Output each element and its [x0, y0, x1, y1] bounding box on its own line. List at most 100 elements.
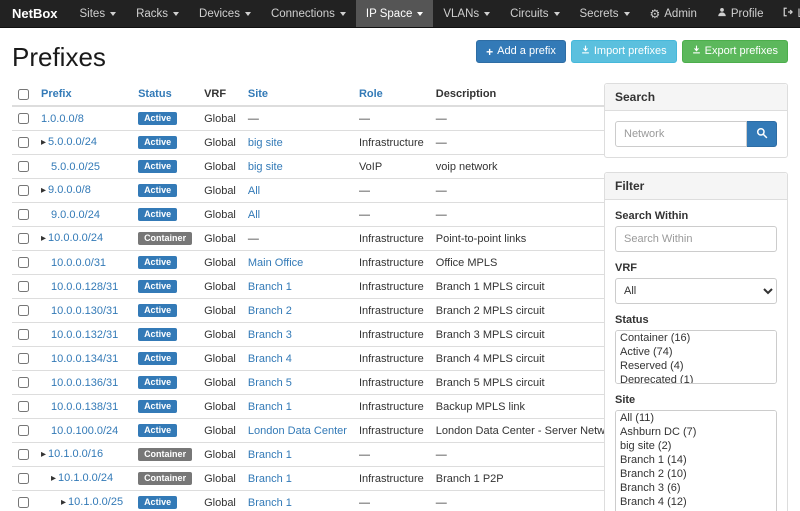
site-link[interactable]: big site: [248, 137, 283, 149]
prefix-link[interactable]: 5.0.0.0/25: [51, 161, 100, 173]
row-checkbox[interactable]: [18, 161, 29, 172]
row-checkbox[interactable]: [18, 497, 29, 508]
nav-item[interactable]: VLANs: [433, 0, 500, 27]
site-link[interactable]: Branch 1: [248, 449, 292, 461]
site-link[interactable]: Branch 5: [248, 377, 292, 389]
filter-option[interactable]: Branch 3 (6): [616, 481, 776, 495]
sort-status-link[interactable]: Status: [138, 88, 172, 100]
site-link[interactable]: Branch 4: [248, 353, 292, 365]
site-link[interactable]: Branch 1: [248, 497, 292, 509]
filter-option[interactable]: Container (16): [616, 331, 776, 345]
select-all-checkbox[interactable]: [18, 89, 29, 100]
row-checkbox[interactable]: [18, 305, 29, 316]
vrf-select[interactable]: All: [615, 278, 777, 304]
row-checkbox[interactable]: [18, 257, 29, 268]
row-checkbox[interactable]: [18, 377, 29, 388]
prefix-link[interactable]: 10.0.0.130/31: [51, 305, 118, 317]
status-listbox[interactable]: Container (16)Active (74)Reserved (4)Dep…: [615, 330, 777, 384]
nav-item[interactable]: IP Space: [356, 0, 433, 27]
site-link[interactable]: Branch 3: [248, 329, 292, 341]
site-link[interactable]: Branch 1: [248, 473, 292, 485]
site-link[interactable]: Branch 1: [248, 401, 292, 413]
site-link[interactable]: Branch 1: [248, 281, 292, 293]
filter-option[interactable]: Reserved (4): [616, 359, 776, 373]
prefix-link[interactable]: 10.0.0.128/31: [51, 281, 118, 293]
prefix-link[interactable]: 10.0.0.0/31: [51, 257, 106, 269]
prefix-link[interactable]: 10.0.0.134/31: [51, 353, 118, 365]
logout-icon: [783, 7, 793, 20]
row-checkbox[interactable]: [18, 401, 29, 412]
filter-option[interactable]: big site (2): [616, 439, 776, 453]
row-checkbox[interactable]: [18, 137, 29, 148]
prefix-link[interactable]: 10.0.0.136/31: [51, 377, 118, 389]
nav-item[interactable]: Racks: [126, 0, 189, 27]
prefix-link[interactable]: 1.0.0.0/8: [41, 113, 84, 125]
prefix-link[interactable]: 10.0.0.138/31: [51, 401, 118, 413]
site-link[interactable]: All: [248, 209, 260, 221]
row-checkbox[interactable]: [18, 281, 29, 292]
nav-item[interactable]: Secrets: [570, 0, 640, 27]
sort-prefix-link[interactable]: Prefix: [41, 88, 72, 100]
row-checkbox[interactable]: [18, 185, 29, 196]
table-row: ▸5.0.0.0/25 Active Global big site VoIP …: [12, 155, 626, 179]
nav-item[interactable]: Devices: [189, 0, 261, 27]
column-header-status[interactable]: Status: [132, 83, 198, 106]
search-button[interactable]: [747, 121, 777, 147]
import-prefixes-button[interactable]: Import prefixes: [571, 40, 677, 63]
role-cell: Infrastructure: [353, 371, 430, 395]
prefix-link[interactable]: 5.0.0.0/24: [48, 136, 97, 148]
nav-item[interactable]: Sites: [70, 0, 127, 27]
filter-option[interactable]: Ashburn DC (7): [616, 425, 776, 439]
prefix-cell: ▸9.0.0.0/8: [35, 179, 132, 203]
export-prefixes-button[interactable]: Export prefixes: [682, 40, 788, 63]
nav-item[interactable]: Circuits: [500, 0, 569, 27]
row-checkbox[interactable]: [18, 113, 29, 124]
prefix-link[interactable]: 9.0.0.0/8: [48, 184, 91, 196]
site-listbox[interactable]: All (11)Ashburn DC (7)big site (2)Branch…: [615, 410, 777, 511]
filter-option[interactable]: Active (74): [616, 345, 776, 359]
filter-option[interactable]: All (11): [616, 411, 776, 425]
row-checkbox[interactable]: [18, 233, 29, 244]
filter-option[interactable]: Deprecated (1): [616, 373, 776, 384]
row-checkbox[interactable]: [18, 473, 29, 484]
site-link[interactable]: All: [248, 185, 260, 197]
prefix-link[interactable]: 10.0.0.132/31: [51, 329, 118, 341]
filter-option[interactable]: Branch 1 (14): [616, 453, 776, 467]
filter-option[interactable]: Branch 2 (10): [616, 467, 776, 481]
prefix-link[interactable]: 10.1.0.0/24: [58, 472, 113, 484]
row-checkbox[interactable]: [18, 209, 29, 220]
column-header-prefix[interactable]: Prefix: [35, 83, 132, 106]
search-input[interactable]: [615, 121, 747, 147]
table-row: ▸10.0.0.130/31 Active Global Branch 2 In…: [12, 299, 626, 323]
nav-item[interactable]: Connections: [261, 0, 356, 27]
site-link[interactable]: Branch 2: [248, 305, 292, 317]
navbar-brand[interactable]: NetBox: [0, 0, 70, 27]
column-header-site[interactable]: Site: [242, 83, 353, 106]
sort-role-link[interactable]: Role: [359, 88, 383, 100]
table-row: ▸10.0.0.128/31 Active Global Branch 1 In…: [12, 275, 626, 299]
status-badge: Active: [138, 160, 177, 173]
filter-option[interactable]: Branch 4 (12): [616, 495, 776, 509]
row-checkbox[interactable]: [18, 449, 29, 460]
row-checkbox[interactable]: [18, 425, 29, 436]
column-header-role[interactable]: Role: [353, 83, 430, 106]
profile-link[interactable]: Profile: [707, 0, 774, 27]
prefix-link[interactable]: 10.1.0.0/16: [48, 448, 103, 460]
nav-item-label: IP Space: [366, 8, 412, 20]
site-link[interactable]: London Data Center: [248, 425, 347, 437]
site-link[interactable]: Main Office: [248, 257, 303, 269]
prefix-link[interactable]: 9.0.0.0/24: [51, 209, 100, 221]
row-checkbox[interactable]: [18, 329, 29, 340]
search-within-input[interactable]: [615, 226, 777, 252]
prefix-link[interactable]: 10.0.0.0/24: [48, 232, 103, 244]
sort-site-link[interactable]: Site: [248, 88, 268, 100]
navbar-menu: Sites Racks Devices Connections IP Space…: [70, 0, 640, 27]
add-prefix-button[interactable]: + Add a prefix: [476, 40, 566, 63]
prefix-link[interactable]: 10.0.100.0/24: [51, 425, 118, 437]
logout-link[interactable]: Log out: [773, 0, 800, 27]
role-value: —: [359, 497, 370, 509]
admin-link[interactable]: ⚙ Admin: [640, 0, 707, 27]
row-checkbox[interactable]: [18, 353, 29, 364]
prefix-link[interactable]: 10.1.0.0/25: [68, 496, 123, 508]
site-link[interactable]: big site: [248, 161, 283, 173]
